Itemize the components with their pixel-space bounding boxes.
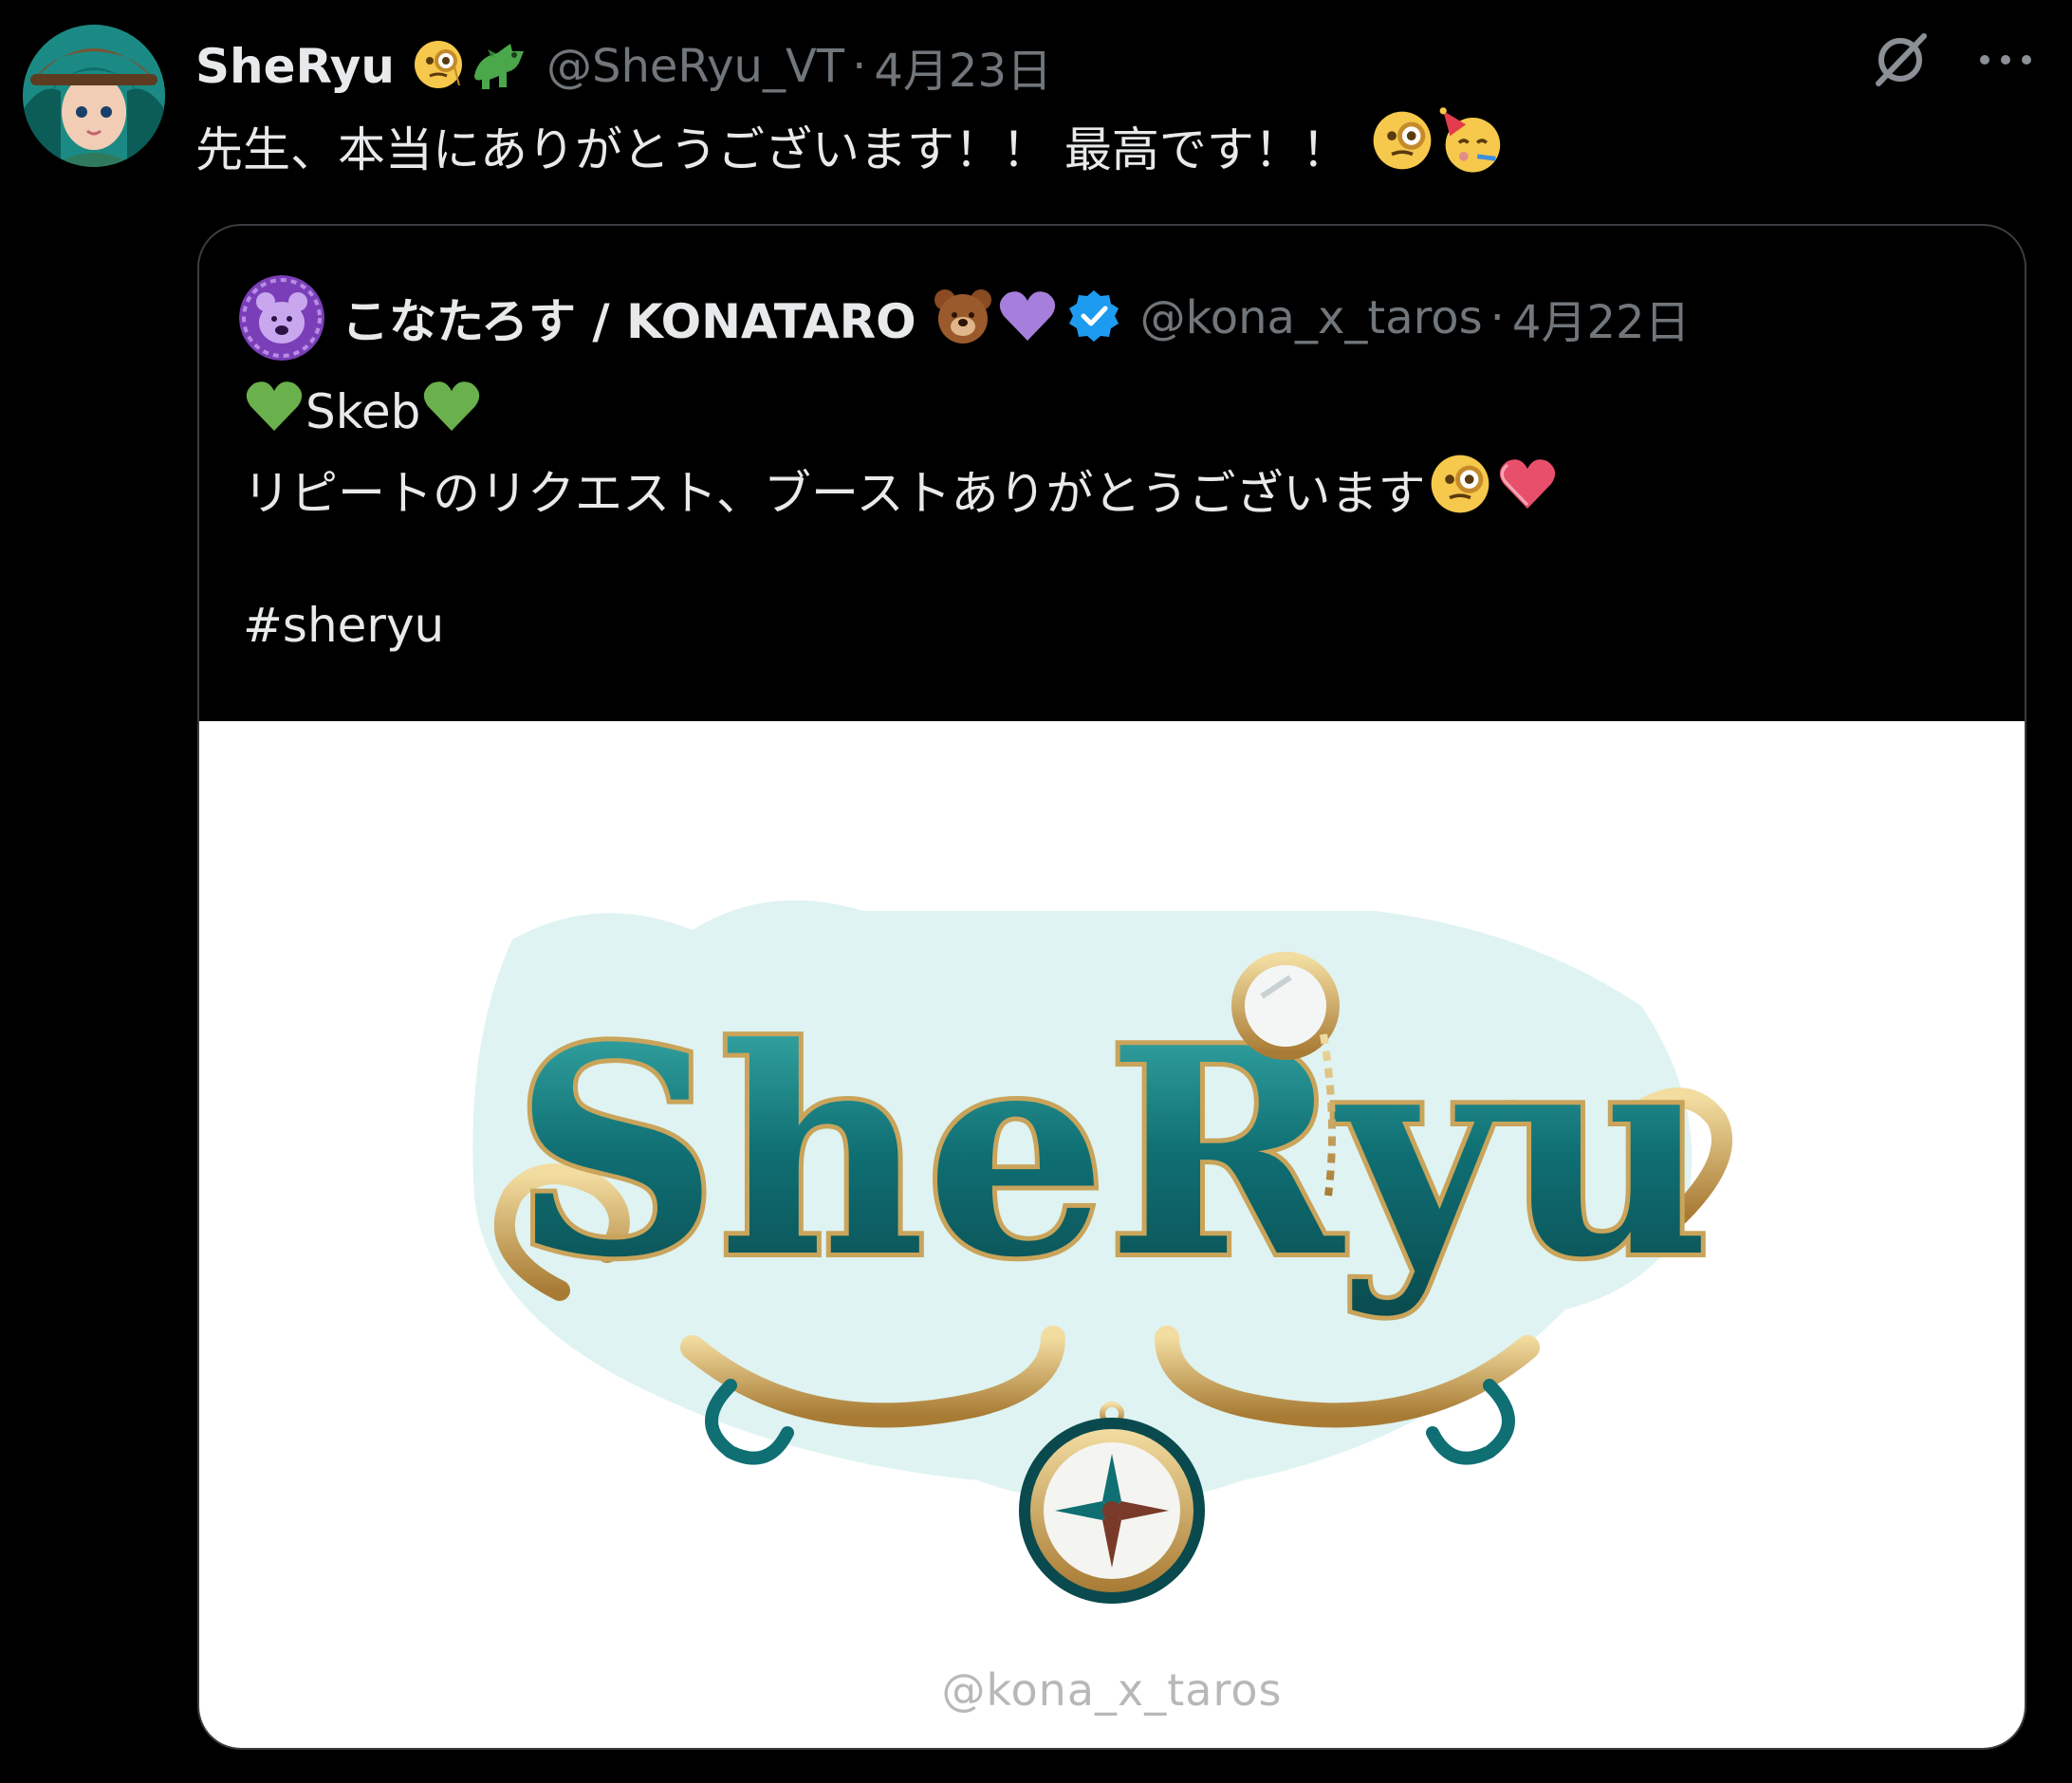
tweet-header: SheRyu @SheRyu_VT · 4月23日	[195, 28, 1052, 104]
logo-text: SheRyu	[513, 985, 1711, 1320]
bear-emoji	[932, 287, 994, 349]
tweet-text-content: 先生、本当にありがとうございます！！ 最高です！！	[195, 122, 1349, 177]
tweet: SheRyu @SheRyu_VT · 4月23日 先生、本当にありがとうござい…	[0, 0, 2072, 1783]
quoted-display-name[interactable]: こなたろす / KONATARO	[342, 284, 916, 352]
tweet-actions	[1869, 28, 2034, 95]
dragon-emoji	[469, 38, 527, 95]
hashtag-link[interactable]: #sheryu	[243, 598, 444, 653]
quoted-text-line-2: リピートのリクエスト、ブーストありがとうございます	[243, 452, 1559, 528]
quoted-line-2: リピートのリクエスト、ブーストありがとうございます	[243, 466, 1426, 521]
quoted-tweet-header: こなたろす / KONATARO @kona_x_taros · 4月22日	[239, 275, 1691, 361]
quoted-hashtag-line: #sheryu	[243, 598, 444, 653]
quoted-avatar[interactable]	[239, 275, 324, 361]
quoted-line-1: Skeb	[305, 384, 421, 439]
red-heart-emoji	[1496, 455, 1559, 524]
verified-badge-icon	[1066, 288, 1121, 347]
avatar[interactable]	[23, 25, 165, 167]
separator: ·	[852, 40, 867, 93]
display-name[interactable]: SheRyu	[195, 39, 395, 94]
handle[interactable]: @SheRyu_VT	[546, 40, 844, 93]
monocle-face-emoji	[1370, 108, 1434, 184]
partying-face-emoji	[1436, 106, 1505, 186]
more-icon[interactable]	[1977, 50, 2034, 73]
tweet-text: 先生、本当にありがとうございます！！ 最高です！！	[195, 106, 1505, 186]
image-watermark: @kona_x_taros	[941, 1664, 1283, 1716]
grok-icon[interactable]	[1869, 28, 1932, 95]
quoted-timestamp[interactable]: 4月22日	[1512, 285, 1691, 351]
monocle-face-emoji	[412, 38, 465, 95]
quoted-tweet[interactable]: こなたろす / KONATARO @kona_x_taros · 4月22日 S…	[197, 224, 2026, 1750]
purple-heart-emoji	[996, 288, 1059, 348]
green-heart-emoji	[420, 378, 483, 446]
timestamp[interactable]: 4月23日	[874, 33, 1052, 100]
green-heart-emoji	[243, 378, 305, 446]
quoted-separator: ·	[1489, 291, 1505, 344]
quoted-handle[interactable]: @kona_x_taros	[1140, 291, 1483, 344]
sheryu-logo-artwork: SheRyu	[472, 900, 1732, 1604]
quoted-text-line-1: Skeb	[243, 378, 483, 446]
quoted-media-image[interactable]: SheRyu @kona_x_taros	[199, 721, 2025, 1748]
monocle-face-emoji	[1428, 452, 1492, 528]
